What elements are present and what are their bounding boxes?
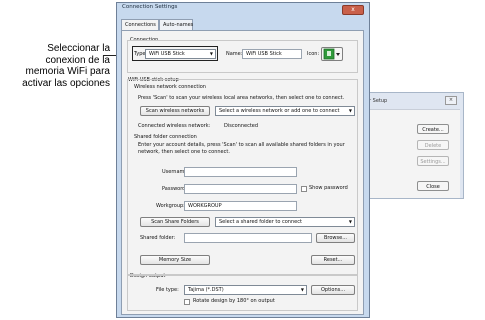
dialog-title: Connection Settings	[122, 4, 178, 10]
close-button[interactable]: Close	[417, 181, 449, 191]
annotation-line-1: Seleccionar la	[47, 43, 110, 54]
connection-settings-dialog: Connection Settings x Connections Auto-n…	[116, 2, 370, 318]
background-dialog-title: r Setup	[369, 98, 388, 104]
settings-button[interactable]: Settings...	[417, 156, 449, 166]
background-setup-dialog: r Setup × Create... Delete Settings... C…	[356, 92, 464, 199]
create-button[interactable]: Create...	[417, 124, 449, 134]
background-dialog-close-button[interactable]: ×	[445, 96, 457, 105]
dialog-close-button[interactable]: x	[342, 5, 364, 15]
tab-auto-names[interactable]: Auto-names	[159, 19, 193, 30]
annotation-line-4: activar las opciones	[22, 77, 110, 89]
annotation-text: Seleccionar la conexion de la memoria Wi…	[14, 43, 110, 89]
delete-button[interactable]: Delete	[417, 140, 449, 150]
annotation-line-2: conexion de la	[45, 54, 111, 66]
wifi-setup-group-frame	[127, 79, 358, 275]
annotation-line-3: memoria WiFi para	[25, 66, 110, 77]
background-dialog-panel: Create... Delete Settings... Close	[357, 109, 460, 198]
design-output-group-frame	[127, 275, 358, 311]
connection-group-frame	[127, 40, 358, 73]
